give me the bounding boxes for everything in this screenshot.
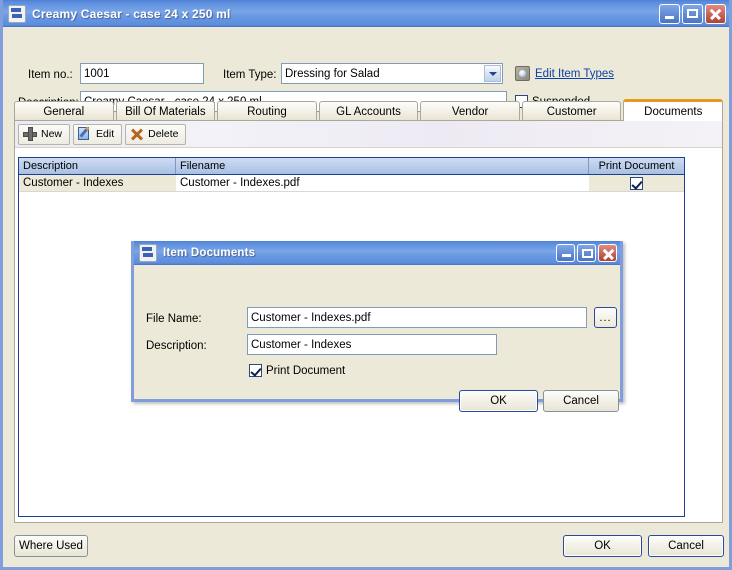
maximize-button[interactable] [682, 3, 703, 24]
tab-strip: General Bill Of Materials Routing GL Acc… [14, 99, 724, 121]
dialog-description-input[interactable] [247, 334, 497, 355]
tab-gl-accounts[interactable]: GL Accounts [318, 101, 419, 121]
cell-description[interactable]: Customer - Indexes [19, 175, 176, 191]
table-row[interactable]: Customer - Indexes Customer - Indexes.pd… [19, 175, 684, 192]
item-no-label: Item no.: [28, 69, 73, 81]
edit-button[interactable]: Edit [73, 123, 123, 145]
item-header-form: Item no.: Item Type: Dressing for Salad … [3, 27, 729, 112]
dialog-print-document-label: Print Document [266, 364, 346, 377]
cell-filename[interactable]: Customer - Indexes.pdf [176, 175, 589, 191]
window-footer: Where Used OK Cancel [3, 526, 729, 567]
cancel-button[interactable]: Cancel [648, 535, 724, 557]
item-no-input[interactable] [80, 63, 204, 84]
pencil-edit-icon [78, 127, 92, 141]
item-documents-dialog: Item Documents File Name: ... Descriptio… [131, 241, 623, 412]
dialog-maximize-button[interactable] [577, 244, 596, 262]
documents-toolbar: New Edit Delete [15, 121, 722, 148]
edit-button-label: Edit [96, 128, 115, 140]
tab-general[interactable]: General [14, 101, 114, 121]
settings-sphere-icon [515, 66, 530, 81]
dialog-titlebar: Item Documents [134, 241, 620, 265]
item-type-label: Item Type: [223, 69, 277, 81]
print-document-checkbox[interactable] [630, 176, 643, 190]
dialog-minimize-button[interactable] [556, 244, 575, 262]
ok-button[interactable]: OK [563, 535, 642, 557]
dialog-file-name-label: File Name: [146, 313, 202, 325]
browse-button[interactable]: ... [594, 307, 617, 328]
dialog-print-document-checkbox[interactable] [249, 364, 262, 377]
dialog-body: File Name: ... Description: Print Docume… [134, 265, 620, 412]
column-header-filename[interactable]: Filename [176, 158, 589, 174]
dialog-ok-button[interactable]: OK [459, 390, 538, 412]
edit-item-types-label: Edit Item Types [535, 67, 615, 80]
plus-icon [23, 127, 37, 141]
cell-print-document[interactable] [589, 175, 684, 191]
new-button[interactable]: New [18, 123, 71, 145]
cross-delete-icon [130, 127, 144, 141]
item-window: Creamy Caesar - case 24 x 250 ml Item no… [0, 0, 732, 570]
window-app-icon [8, 4, 26, 23]
dialog-close-button[interactable] [598, 244, 617, 262]
dialog-app-icon [139, 244, 157, 262]
dialog-file-name-input[interactable] [247, 307, 587, 328]
delete-button-label: Delete [148, 128, 179, 140]
tab-vendor[interactable]: Vendor [420, 101, 520, 121]
dialog-description-label: Description: [146, 340, 207, 352]
delete-button[interactable]: Delete [125, 123, 187, 145]
where-used-button[interactable]: Where Used [14, 535, 88, 557]
tab-bill-of-materials[interactable]: Bill Of Materials [115, 101, 216, 121]
dialog-print-document-row[interactable]: Print Document [249, 364, 345, 377]
window-title: Creamy Caesar - case 24 x 250 ml [32, 6, 231, 21]
edit-item-types-link[interactable]: Edit Item Types [515, 66, 614, 81]
dialog-title: Item Documents [163, 247, 256, 259]
column-header-print-document[interactable]: Print Document [589, 158, 684, 174]
new-button-label: New [41, 128, 63, 140]
window-titlebar: Creamy Caesar - case 24 x 250 ml [3, 0, 729, 27]
dialog-window-controls [556, 244, 617, 262]
minimize-button[interactable] [659, 3, 680, 24]
close-button[interactable] [705, 3, 726, 24]
tab-customer[interactable]: Customer [521, 101, 622, 121]
window-controls [659, 3, 726, 24]
item-type-value: Dressing for Salad [285, 67, 380, 80]
item-type-combobox[interactable]: Dressing for Salad [281, 63, 503, 84]
chevron-down-icon[interactable] [484, 65, 501, 82]
dialog-cancel-button[interactable]: Cancel [543, 390, 619, 412]
column-header-description[interactable]: Description [19, 158, 176, 174]
grid-header-row: Description Filename Print Document [19, 158, 684, 175]
tab-routing[interactable]: Routing [217, 101, 317, 121]
tab-documents[interactable]: Documents [623, 99, 724, 121]
